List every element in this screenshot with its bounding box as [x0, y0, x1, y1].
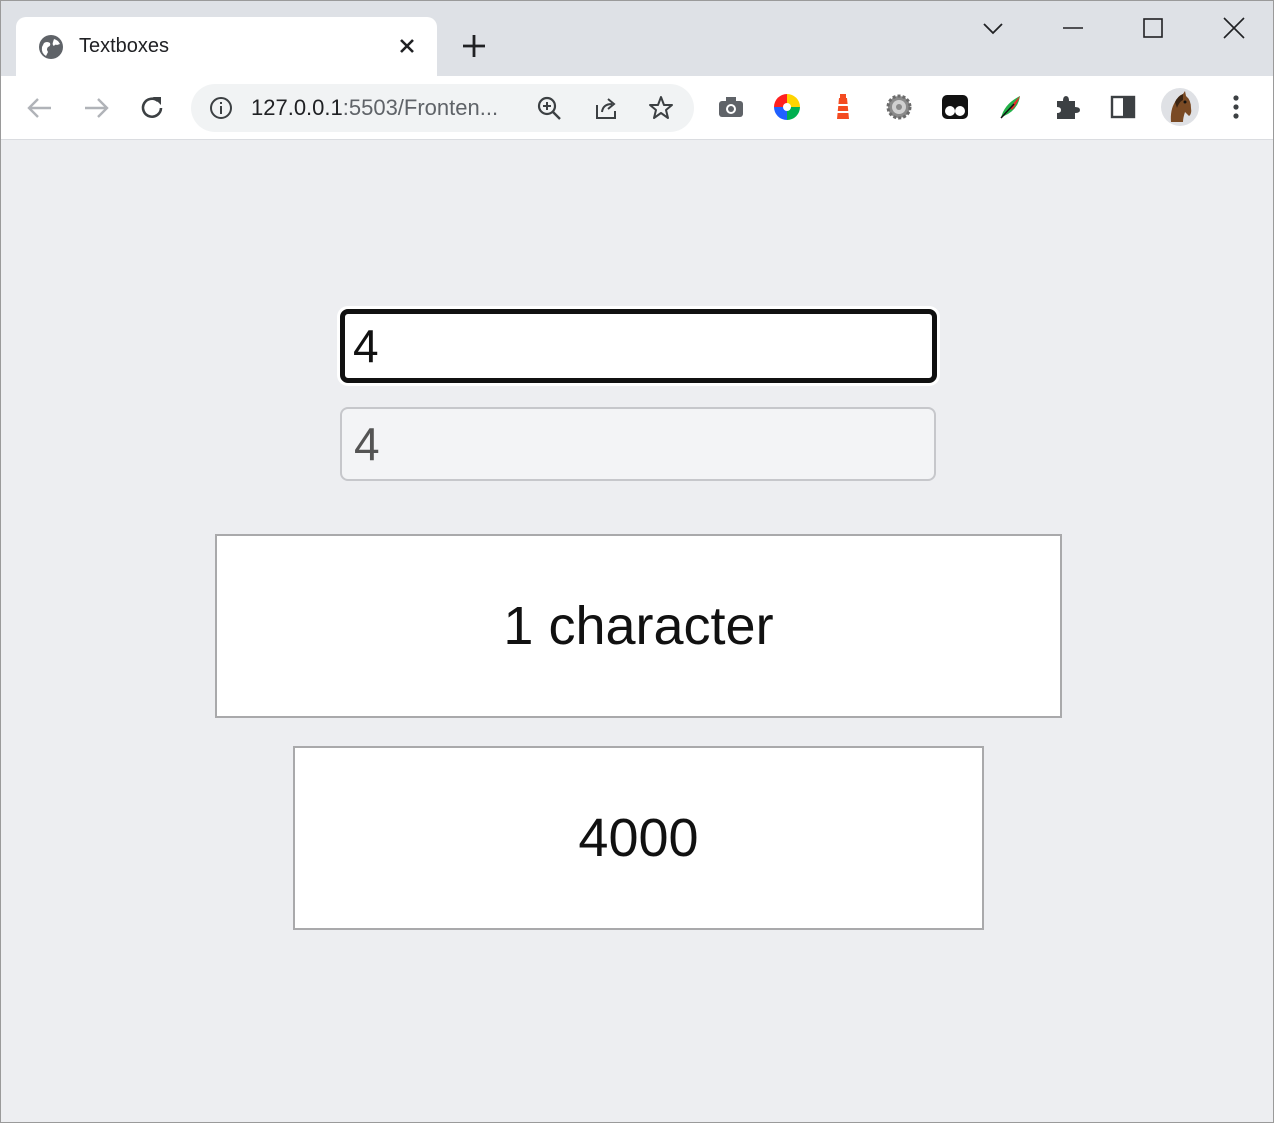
maximize-icon[interactable]: [1140, 15, 1166, 41]
profile-avatar[interactable]: [1161, 88, 1199, 126]
site-info-icon[interactable]: [209, 96, 233, 120]
menu-kebab-icon[interactable]: [1221, 92, 1251, 122]
reload-icon[interactable]: [137, 93, 167, 123]
close-tab-icon[interactable]: [397, 36, 417, 56]
side-panel-icon[interactable]: [1108, 92, 1138, 122]
forward-icon[interactable]: [81, 93, 111, 123]
tab-strip: Textboxes: [1, 1, 1273, 76]
number-output-box: 4000: [293, 746, 984, 930]
gear-extension-icon[interactable]: [884, 92, 914, 122]
feather-extension-icon[interactable]: [996, 92, 1026, 122]
address-bar[interactable]: 127.0.0.1:5503/Fronten...: [191, 84, 694, 132]
color-picker-extension-icon[interactable]: [772, 92, 802, 122]
url-path: :5503/Fronten...: [342, 95, 499, 120]
character-count-text: 1 character: [503, 596, 774, 656]
new-tab-icon[interactable]: [461, 33, 487, 59]
lighthouse-extension-icon[interactable]: [828, 92, 858, 122]
eyes-extension-icon[interactable]: [940, 92, 970, 122]
camera-extension-icon[interactable]: [716, 92, 746, 122]
extensions-puzzle-icon[interactable]: [1052, 92, 1082, 122]
url-host: 127.0.0.1: [251, 95, 343, 120]
minimize-icon[interactable]: [1060, 15, 1086, 41]
zoom-icon[interactable]: [536, 95, 562, 121]
number-output-text: 4000: [578, 808, 699, 868]
url-text: 127.0.0.1:5503/Fronten...: [251, 95, 498, 121]
browser-window: Textboxes 127.0.0.1:5503/Fronten... 4 4 …: [0, 0, 1274, 1123]
browser-toolbar: 127.0.0.1:5503/Fronten...: [1, 76, 1273, 140]
text-input-active[interactable]: [340, 309, 937, 383]
close-window-icon[interactable]: [1221, 15, 1247, 41]
tab-title: Textboxes: [79, 35, 170, 57]
tab-textboxes[interactable]: Textboxes: [16, 17, 437, 76]
tab-search-chevron-icon[interactable]: [980, 15, 1006, 41]
globe-icon: [39, 35, 63, 59]
character-count-box: 1 character: [215, 534, 1062, 718]
text-input-disabled: [340, 407, 936, 481]
share-icon[interactable]: [593, 95, 619, 121]
bookmark-star-icon[interactable]: [648, 95, 674, 121]
back-icon[interactable]: [25, 93, 55, 123]
